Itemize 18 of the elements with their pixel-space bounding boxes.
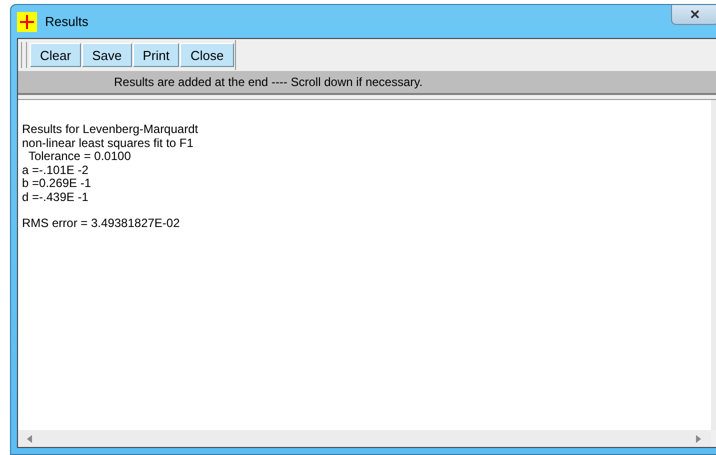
toolbar-button[interactable]: Clear: [30, 43, 82, 67]
result-line: Tolerance = 0.0100: [27, 150, 131, 164]
window-title: Results: [45, 14, 88, 29]
scroll-left-icon[interactable]: [26, 434, 34, 442]
result-line: a =-.101E -2: [22, 164, 90, 177]
result-line: d =-.439E -1: [22, 190, 90, 204]
result-line: b =0.269E -1: [22, 177, 92, 190]
result-line: non-linear least squares fit to F1: [22, 136, 194, 150]
scroll-right-icon[interactable]: [695, 434, 703, 442]
result-line: Results for Levenberg-Marquardt: [22, 123, 200, 136]
toolbar-button[interactable]: Print: [132, 43, 180, 67]
app-plus-icon: [17, 12, 37, 32]
toolbar-button[interactable]: Close: [180, 43, 234, 67]
toolbar-button[interactable]: Save: [82, 43, 132, 67]
results-text-area[interactable]: Results for Levenberg-Marquardt non-linear least squares fit to F1 Tolerance = 0.0100 a =-.101E -2 b =0.269E -1 d =-.439E -1 RMS error = 3.49381827E-02: [18, 100, 711, 430]
close-button[interactable]: ✕: [671, 5, 716, 25]
result-line: RMS error = 3.49381827E-02: [22, 217, 181, 230]
info-bar: Results are added at the end ---- Scroll down if necessary.: [18, 71, 716, 95]
